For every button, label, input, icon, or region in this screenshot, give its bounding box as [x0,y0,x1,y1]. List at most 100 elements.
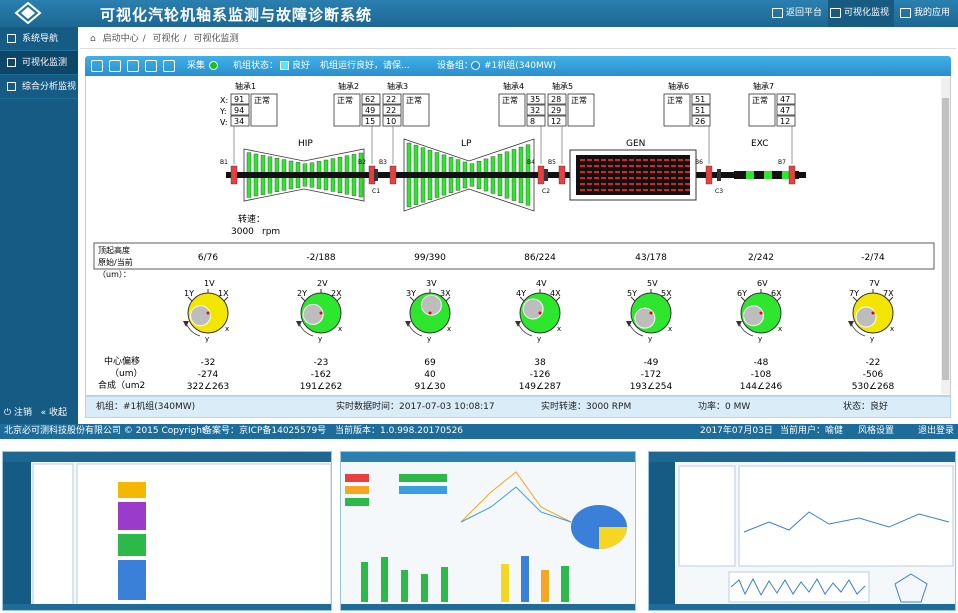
orbit-center [649,311,653,315]
offset-value: -108 [751,370,772,380]
generator-winding [636,159,641,161]
bearing-name: 轴承4 [503,81,524,91]
offset-value: 322∠263 [187,382,229,392]
nav-visual-monitor[interactable]: 可视化监视 [828,0,894,27]
bearing-name: 轴承7 [753,81,774,91]
bearing-value: 29 [551,106,561,115]
generator-winding [629,189,634,191]
offset-value: -126 [530,370,551,380]
rotation-arrowhead [515,321,521,327]
generator-winding [636,165,641,167]
rotation-arrowhead [296,321,302,327]
orbit-axis-x: x [668,325,672,333]
screenshot-thumbnails [0,439,958,613]
collapse-link[interactable]: 收起 [49,408,67,418]
generator-winding [685,183,690,185]
generator-winding [664,177,669,179]
sidebar-item-analysis[interactable]: 综合分析监视 [0,75,78,99]
rotation-arrowhead [848,321,854,327]
orbit-v-label: 7V [869,279,880,288]
sidebar: 系统导航 可视化监测 综合分析监视 ⏻ 注销 « 收起 [0,27,78,424]
generator-winding [678,189,683,191]
nav-my-apps[interactable]: 我的应用 [898,0,950,27]
generator-winding [615,189,620,191]
bearing-value: 34 [234,117,244,126]
offset-value: -48 [754,358,769,368]
bearing-name: 轴承1 [235,81,256,91]
footer-exit[interactable]: 退出登录 [918,424,954,439]
orbit-y-label: 6Y [737,289,747,298]
exciter-segment [782,171,790,179]
scrollbar-thumb[interactable] [942,98,949,380]
bearing-marker [230,165,238,185]
bearing-value: 15 [365,117,375,126]
breadcrumb-item[interactable]: 可视化 [153,34,180,44]
sidebar-item-navigation[interactable]: 系统导航 [0,27,78,51]
offset-value: 530∠268 [852,382,895,392]
generator-winding [629,159,634,161]
generator-winding [622,171,627,173]
bearing-value: 28 [551,95,561,104]
generator-winding [664,183,669,185]
orbit-v-label: 5V [647,279,658,288]
chart-icon [830,8,841,18]
exciter-segment [764,171,772,179]
generator-winding [671,183,676,185]
offset-value: 193∠254 [630,382,673,392]
generator-winding [643,171,648,173]
generator-winding [601,171,606,173]
footer-style-settings[interactable]: 风格设置 [858,424,894,439]
generator-winding [594,183,599,185]
orbit-y-label: 2Y [297,289,307,298]
jacking-unit: （um）： [98,270,131,279]
offset-value: -172 [641,370,661,380]
company-logo [14,2,42,24]
grid-icon [7,82,16,91]
table-icon[interactable] [127,60,139,72]
generator-winding [622,159,627,161]
nav-back-platform[interactable]: 返回平台 [770,0,822,27]
bearing-marker [788,165,796,185]
generator-winding [650,171,655,173]
generator-winding [671,165,676,167]
orbit-axis-y: y [537,335,541,343]
orbit-center [871,311,875,315]
device-group-radio[interactable] [471,61,480,70]
orbit-axis-y: y [318,335,322,343]
section-label: EXC [751,139,768,149]
alarm-icon[interactable] [163,60,175,72]
logout-link[interactable]: 注销 [14,408,32,418]
vertical-scrollbar[interactable] [941,78,950,394]
overview-icon[interactable] [91,60,103,72]
orbit-y-label: 3Y [406,289,416,298]
coupling-marker [717,169,721,181]
generator-winding [608,159,613,161]
orbit-axis-x: x [447,325,451,333]
orbit-v-label: 4V [536,279,547,288]
wave-icon[interactable] [145,60,157,72]
orbit-axis-x: x [338,325,342,333]
axis-label: X: [220,96,228,105]
breadcrumb-item[interactable]: 启动中心 [103,34,139,44]
generator-winding [594,159,599,161]
bearing-value: 12 [780,117,790,126]
generator-winding [685,165,690,167]
generator-winding [622,183,627,185]
sidebar-item-visual-monitor[interactable]: 可视化监测 [0,51,78,75]
journal-position [189,305,211,327]
bearing-label: B6 [695,159,703,166]
footer-date: 2017年07月03日 [700,426,773,436]
footer-user: 当前用户：喻健 [780,426,844,436]
breadcrumb-item: 可视化监测 [193,34,239,44]
journal-position [855,306,877,328]
bearing-state: 正常 [406,96,422,105]
journal-position [522,298,544,320]
list-icon[interactable] [109,60,121,72]
coupling-marker [544,169,548,181]
generator-winding [608,165,613,167]
offset-value: 191∠262 [300,382,342,392]
orbit-y-label: 5Y [627,289,637,298]
generator-winding [678,171,683,173]
generator-winding [643,177,648,179]
journal-position [420,294,442,316]
